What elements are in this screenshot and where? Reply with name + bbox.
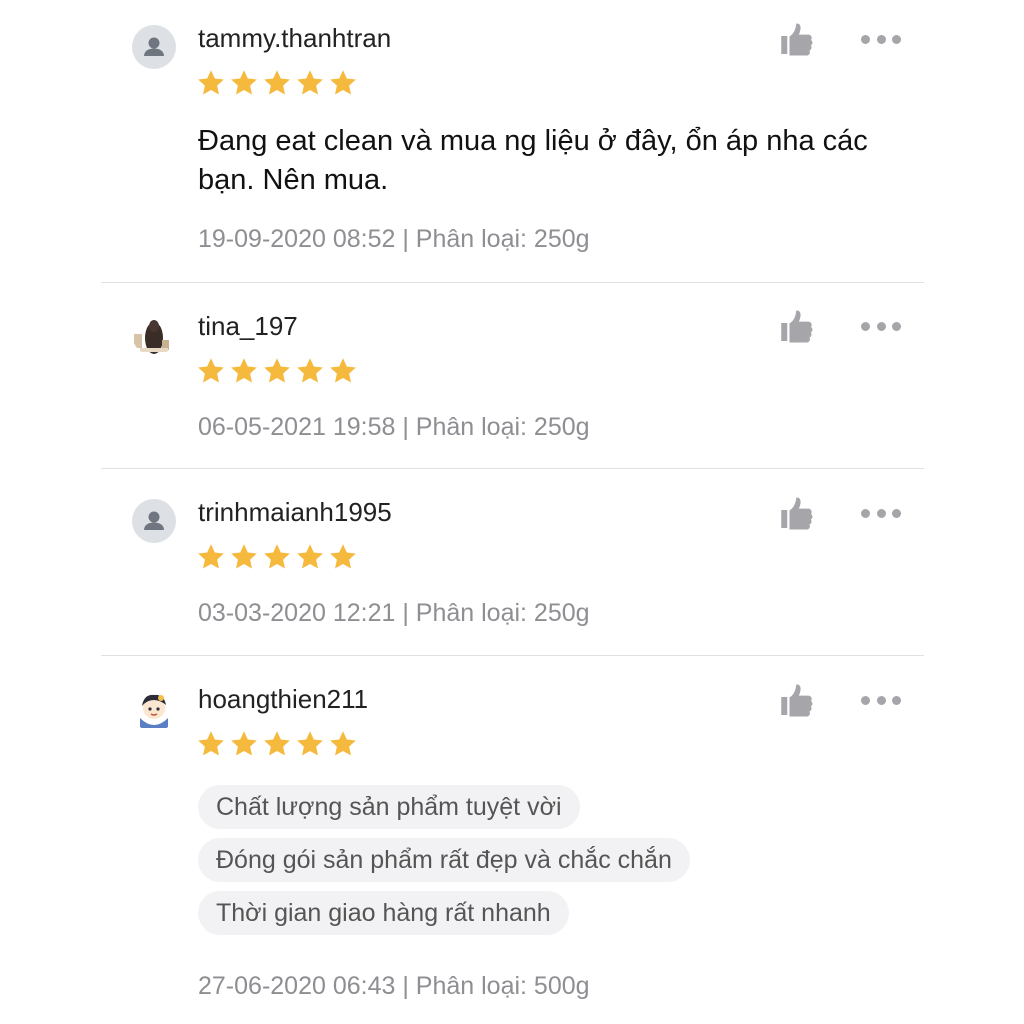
user-avatar[interactable]: [132, 25, 176, 69]
default-user-icon: [144, 37, 164, 56]
more-options-icon[interactable]: [861, 320, 901, 332]
review-divider: [101, 468, 924, 469]
review-list: tammy.thanhtran Đang eat clean và mua ng…: [0, 0, 1024, 1024]
thumbs-up-icon[interactable]: [779, 495, 815, 531]
review-meta: 03-03-2020 12:21 | Phân loại: 250g: [198, 599, 590, 627]
review-username[interactable]: trinhmaianh1995: [198, 496, 392, 528]
thumbs-up-icon[interactable]: [779, 682, 815, 718]
star-icon: [229, 729, 259, 759]
review-username[interactable]: hoangthien211: [198, 683, 368, 715]
review-meta: 27-06-2020 06:43 | Phân loại: 500g: [198, 972, 590, 1000]
star-rating: [196, 356, 358, 386]
star-icon: [262, 729, 292, 759]
star-icon: [262, 356, 292, 386]
review-divider: [101, 655, 924, 656]
review-comment: Đang eat clean và mua ng liệu ở đây, ổn …: [198, 125, 868, 196]
star-icon: [196, 542, 226, 572]
star-icon: [295, 729, 325, 759]
star-icon: [229, 68, 259, 98]
photo-avatar-long-hair: [132, 312, 176, 356]
star-icon: [295, 542, 325, 572]
more-options-icon[interactable]: [861, 33, 901, 45]
star-icon: [295, 356, 325, 386]
review-meta: 06-05-2021 19:58 | Phân loại: 250g: [198, 413, 590, 441]
thumbs-up-icon[interactable]: [779, 308, 815, 344]
review-tag: Chất lượng sản phẩm tuyệt vời: [198, 785, 580, 829]
thumbs-up-icon[interactable]: [779, 21, 815, 57]
star-icon: [328, 68, 358, 98]
default-user-icon: [144, 511, 164, 530]
review-tag: Thời gian giao hàng rất nhanh: [198, 891, 569, 935]
review-divider: [101, 282, 924, 283]
review-username[interactable]: tammy.thanhtran: [198, 22, 391, 54]
star-icon: [262, 542, 292, 572]
user-avatar[interactable]: [132, 499, 176, 543]
user-avatar[interactable]: [132, 688, 176, 732]
review-meta: 19-09-2020 08:52 | Phân loại: 250g: [198, 225, 590, 253]
review-username[interactable]: tina_197: [198, 310, 298, 342]
cartoon-avatar: [132, 688, 176, 732]
star-icon: [196, 68, 226, 98]
star-rating: [196, 68, 358, 98]
star-icon: [229, 356, 259, 386]
star-rating: [196, 729, 358, 759]
user-avatar[interactable]: [132, 312, 176, 356]
star-icon: [328, 542, 358, 572]
star-icon: [229, 542, 259, 572]
star-icon: [262, 68, 292, 98]
star-icon: [328, 356, 358, 386]
more-options-icon[interactable]: [861, 694, 901, 706]
more-options-icon[interactable]: [861, 507, 901, 519]
star-icon: [196, 356, 226, 386]
star-icon: [328, 729, 358, 759]
star-rating: [196, 542, 358, 572]
review-tag: Đóng gói sản phẩm rất đẹp và chắc chắn: [198, 838, 690, 882]
star-icon: [295, 68, 325, 98]
star-icon: [196, 729, 226, 759]
